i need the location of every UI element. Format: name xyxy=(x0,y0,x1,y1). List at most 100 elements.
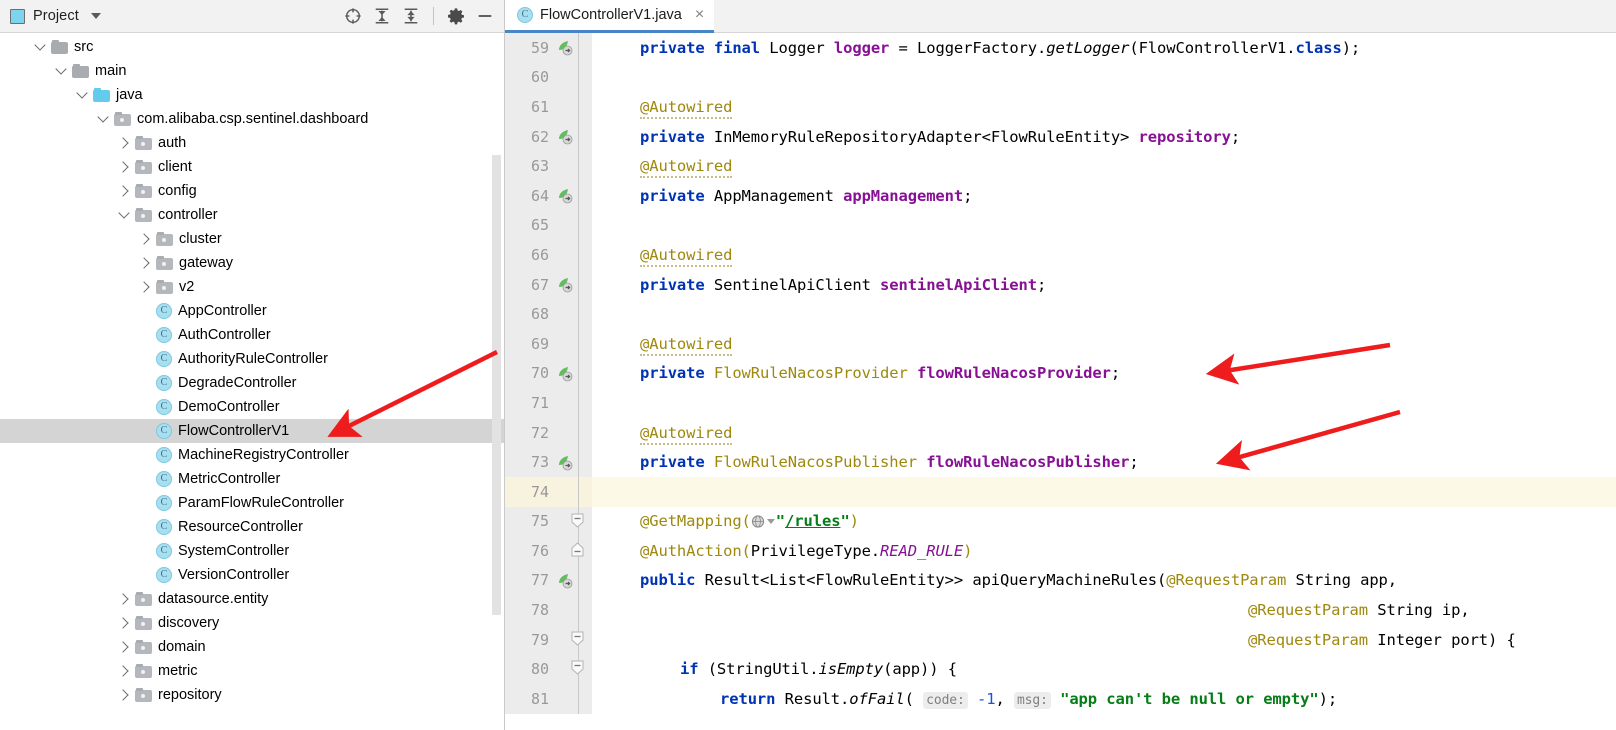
tree-node-com-alibaba-csp-sentinel-dashboard[interactable]: com.alibaba.csp.sentinel.dashboard xyxy=(0,107,504,131)
code-line-71[interactable]: 71 xyxy=(505,388,1616,418)
tree-node-client[interactable]: client xyxy=(0,155,504,179)
editor-gutter-62[interactable]: 62 xyxy=(505,121,592,152)
code-line-61[interactable]: 61 @Autowired xyxy=(505,92,1616,122)
editor-gutter-75[interactable]: 75 xyxy=(505,506,592,537)
code-line-78[interactable]: 78 @RequestParam String ip, xyxy=(505,595,1616,625)
tree-node-democontroller[interactable]: C DemoController xyxy=(0,395,504,419)
chevron-right-icon[interactable] xyxy=(138,255,154,271)
editor-gutter-74[interactable]: 74 xyxy=(505,476,592,507)
code-line-59[interactable]: 59 private final Logger logger = LoggerFa… xyxy=(505,33,1616,63)
code-line-81[interactable]: 81 return Result.ofFail( code: -1, msg: "… xyxy=(505,684,1616,714)
code-line-60[interactable]: 60 xyxy=(505,62,1616,93)
chevron-down-icon[interactable] xyxy=(75,87,91,103)
code-editor[interactable]: 59 private final Logger logger = LoggerFa… xyxy=(505,33,1616,730)
tree-node-metriccontroller[interactable]: C MetricController xyxy=(0,467,504,491)
expand-all-icon[interactable] xyxy=(373,7,391,25)
code-line-67[interactable]: 67 private SentinelApiClient sentinelApiC… xyxy=(505,269,1616,300)
spring-bean-gutter-icon[interactable] xyxy=(556,187,573,204)
code-line-68[interactable]: 68 xyxy=(505,299,1616,329)
chevron-right-icon[interactable] xyxy=(117,591,133,607)
spring-bean-gutter-icon[interactable] xyxy=(556,128,573,145)
tree-node-discovery[interactable]: discovery xyxy=(0,611,504,635)
project-tree[interactable]: src main java com.alibaba.csp.sentinel.dash… xyxy=(0,33,504,730)
tree-node-flowcontrollerv1[interactable]: C FlowControllerV1 xyxy=(0,419,504,443)
editor-gutter-77[interactable]: 77 xyxy=(505,565,592,596)
code-fold-down-icon[interactable] xyxy=(571,631,584,646)
code-fold-up-icon[interactable] xyxy=(571,542,584,557)
editor-gutter-64[interactable]: 64 xyxy=(505,180,592,211)
tab-flowcontrollerv1-java[interactable]: C FlowControllerV1.java × xyxy=(505,0,715,33)
tree-node-auth[interactable]: auth xyxy=(0,131,504,155)
code-line-76[interactable]: 76 @AuthAction(PrivilegeType.READ_RULE) xyxy=(505,536,1616,566)
code-line-75[interactable]: 75 @GetMapping("/rules") xyxy=(505,506,1616,537)
editor-gutter-66[interactable]: 66 xyxy=(505,240,592,270)
chevron-right-icon[interactable] xyxy=(117,135,133,151)
code-line-66[interactable]: 66 @Autowired xyxy=(505,240,1616,270)
code-line-77[interactable]: 77 public Result<List<FlowRuleEntity>> ap… xyxy=(505,565,1616,596)
tree-node-config[interactable]: config xyxy=(0,179,504,203)
editor-gutter-76[interactable]: 76 xyxy=(505,536,592,566)
chevron-down-icon[interactable] xyxy=(90,13,101,19)
code-line-64[interactable]: 64 private AppManagement appManagement; xyxy=(505,180,1616,211)
editor-gutter-61[interactable]: 61 xyxy=(505,92,592,122)
editor-gutter-81[interactable]: 81 xyxy=(505,684,592,714)
tree-node-domain[interactable]: domain xyxy=(0,635,504,659)
tree-node-versioncontroller[interactable]: C VersionController xyxy=(0,563,504,587)
target-icon[interactable] xyxy=(344,7,362,25)
editor-gutter-67[interactable]: 67 xyxy=(505,269,592,300)
chevron-right-icon[interactable] xyxy=(117,183,133,199)
spring-bean-gutter-icon[interactable] xyxy=(556,39,573,56)
code-line-62[interactable]: 62 private InMemoryRuleRepositoryAdapter<… xyxy=(505,121,1616,152)
tree-node-main[interactable]: main xyxy=(0,59,504,83)
tree-node-paramflowrulecontroller[interactable]: C ParamFlowRuleController xyxy=(0,491,504,515)
code-line-65[interactable]: 65 xyxy=(505,210,1616,241)
tree-node-systemcontroller[interactable]: C SystemController xyxy=(0,539,504,563)
tree-node-authcontroller[interactable]: C AuthController xyxy=(0,323,504,347)
editor-gutter-70[interactable]: 70 xyxy=(505,358,592,389)
tree-node-metric[interactable]: metric xyxy=(0,659,504,683)
editor-gutter-78[interactable]: 78 xyxy=(505,595,592,625)
chevron-right-icon[interactable] xyxy=(117,687,133,703)
code-line-72[interactable]: 72 @Autowired xyxy=(505,417,1616,448)
chevron-down-icon[interactable] xyxy=(766,519,775,525)
project-tree-scrollbar[interactable] xyxy=(492,155,501,615)
code-line-63[interactable]: 63 @Autowired xyxy=(505,151,1616,181)
code-line-74[interactable]: 74 xyxy=(505,476,1616,507)
tree-node-authorityrulecontroller[interactable]: C AuthorityRuleController xyxy=(0,347,504,371)
tree-node-datasource-entity[interactable]: datasource.entity xyxy=(0,587,504,611)
tree-node-appcontroller[interactable]: C AppController xyxy=(0,299,504,323)
chevron-right-icon[interactable] xyxy=(138,231,154,247)
editor-gutter-60[interactable]: 60 xyxy=(505,62,592,93)
editor-gutter-80[interactable]: 80 xyxy=(505,654,592,685)
tree-node-src[interactable]: src xyxy=(0,35,504,59)
tree-node-gateway[interactable]: gateway xyxy=(0,251,504,275)
tree-node-java[interactable]: java xyxy=(0,83,504,107)
chevron-down-icon[interactable] xyxy=(33,39,49,55)
editor-gutter-73[interactable]: 73 xyxy=(505,447,592,477)
tree-node-cluster[interactable]: cluster xyxy=(0,227,504,251)
code-line-80[interactable]: 80 if (StringUtil.isEmpty(app)) { xyxy=(505,654,1616,685)
editor-gutter-79[interactable]: 79 xyxy=(505,624,592,655)
code-line-69[interactable]: 69 @Autowired xyxy=(505,328,1616,359)
tree-node-machineregistrycontroller[interactable]: C MachineRegistryController xyxy=(0,443,504,467)
code-fold-down-icon[interactable] xyxy=(571,660,584,676)
editor-gutter-59[interactable]: 59 xyxy=(505,33,592,63)
code-line-79[interactable]: 79 @RequestParam Integer port) { xyxy=(505,624,1616,655)
chevron-right-icon[interactable] xyxy=(138,279,154,295)
spring-bean-gutter-icon[interactable] xyxy=(556,572,573,589)
chevron-down-icon[interactable] xyxy=(54,63,70,79)
chevron-right-icon[interactable] xyxy=(117,159,133,175)
spring-bean-gutter-icon[interactable] xyxy=(556,276,573,293)
code-fold-down-icon[interactable] xyxy=(571,513,584,528)
editor-gutter-65[interactable]: 65 xyxy=(505,210,592,241)
tree-node-resourcecontroller[interactable]: C ResourceController xyxy=(0,515,504,539)
gear-icon[interactable] xyxy=(447,7,465,25)
chevron-down-icon[interactable] xyxy=(96,111,112,127)
web-url-icon[interactable] xyxy=(751,514,766,529)
editor-gutter-63[interactable]: 63 xyxy=(505,151,592,181)
editor-gutter-71[interactable]: 71 xyxy=(505,388,592,418)
chevron-right-icon[interactable] xyxy=(117,663,133,679)
code-line-70[interactable]: 70 private FlowRuleNacosProvider flowRule… xyxy=(505,358,1616,389)
tree-node-v2[interactable]: v2 xyxy=(0,275,504,299)
editor-gutter-68[interactable]: 68 xyxy=(505,299,592,329)
